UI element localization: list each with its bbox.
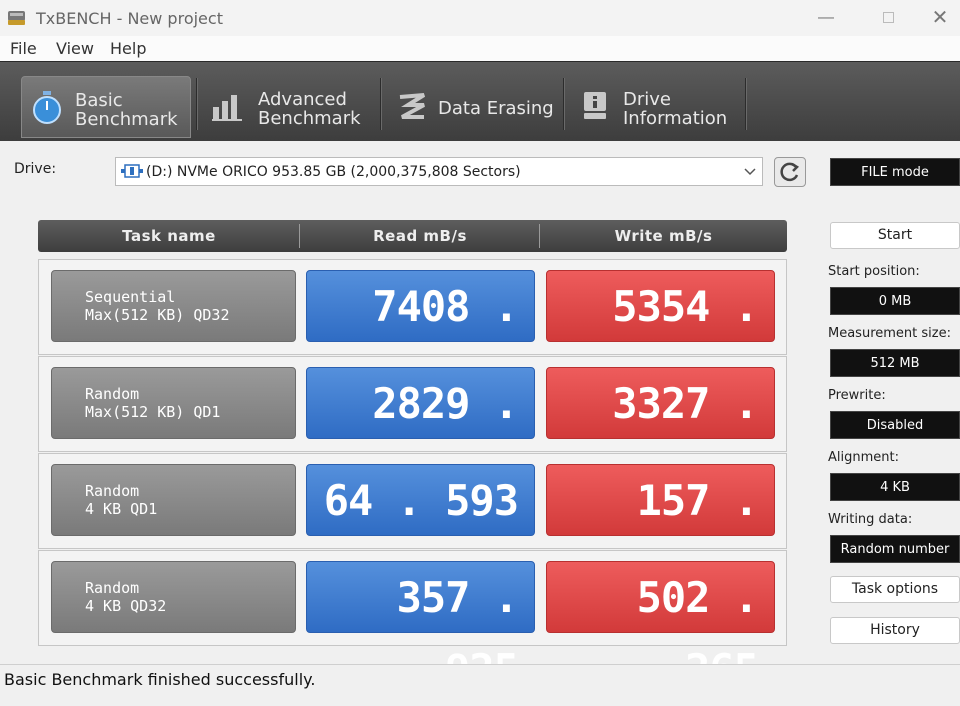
maximize-icon [882, 12, 894, 24]
close-icon: ✕ [931, 7, 949, 29]
drive-selected-value: (D:) NVMe ORICO 953.85 GB (2,000,375,808… [146, 164, 521, 180]
start-position-field[interactable]: 0 MB [830, 287, 960, 315]
task-name-line2: 4 KB QD1 [85, 500, 158, 518]
task-options-button[interactable]: Task options [830, 576, 960, 603]
chevron-down-icon [744, 168, 756, 176]
mode-indicator[interactable]: FILE mode [830, 158, 960, 186]
drive-info-icon [584, 92, 606, 119]
column-header-write: Write mB/s [614, 227, 713, 245]
drive-dropdown[interactable]: (D:) NVMe ORICO 953.85 GB (2,000,375,808… [115, 157, 763, 186]
task-name-line2: Max(512 KB) QD32 [85, 306, 230, 324]
writing-data-field[interactable]: Random number [830, 535, 960, 563]
title-bar: TxBENCH - New project — ✕ [0, 0, 960, 36]
refresh-button[interactable] [774, 157, 806, 187]
drive-icon [121, 164, 143, 178]
stopwatch-icon [33, 91, 61, 124]
write-speed-value: 157 . 644 [546, 464, 775, 597]
eraser-icon [399, 93, 426, 119]
table-row: Random 4 KB QD32 357 . 925 502 . 265 [38, 550, 787, 694]
column-header-read: Read mB/s [373, 227, 467, 245]
task-name-line1: Random [85, 579, 140, 597]
refresh-icon [780, 162, 800, 182]
toolbar-separator [380, 78, 382, 130]
results-table-header: Task name Read mB/s Write mB/s [38, 220, 787, 252]
task-name-line2: 4 KB QD32 [85, 597, 167, 615]
history-button[interactable]: History [830, 617, 960, 644]
task-name-line1: Random [85, 482, 140, 500]
task-random-4kb-qd32[interactable]: Random 4 KB QD32 [51, 561, 296, 633]
write-speed-value: 5354 . 173 [546, 270, 775, 403]
read-speed-value: 64 . 593 [306, 464, 535, 536]
alignment-label: Alignment: [828, 450, 899, 465]
menu-bar: File View Help [0, 36, 960, 61]
task-name-line1: Random [85, 385, 140, 403]
drive-label: Drive: [14, 161, 57, 177]
write-speed-value: 502 . 265 [546, 561, 775, 694]
task-name-line1: Sequential [85, 288, 176, 306]
status-message: Basic Benchmark finished successfully. [4, 670, 316, 689]
tab-data-erasing-label: Data Erasing [438, 98, 554, 119]
tab-basic-benchmark-label: Basic Benchmark [75, 90, 178, 130]
menu-view[interactable]: View [56, 39, 94, 58]
table-row: Sequential Max(512 KB) QD32 7408 . 498 5… [38, 259, 787, 403]
tab-drive-information[interactable]: Drive Information [572, 76, 744, 138]
menu-file[interactable]: File [10, 39, 37, 58]
bar-chart-icon [212, 95, 242, 121]
task-sequential-max-qd32[interactable]: Sequential Max(512 KB) QD32 [51, 270, 296, 342]
read-speed-value: 7408 . 498 [306, 270, 535, 403]
status-bar: Basic Benchmark finished successfully. [0, 664, 960, 691]
tab-data-erasing[interactable]: Data Erasing [390, 76, 562, 138]
menu-help[interactable]: Help [110, 39, 146, 58]
task-random-4kb-qd1[interactable]: Random 4 KB QD1 [51, 464, 296, 536]
tab-drive-information-label: Drive Information [623, 89, 728, 129]
measurement-size-label: Measurement size: [828, 326, 951, 341]
measurement-size-field[interactable]: 512 MB [830, 349, 960, 377]
tab-advanced-benchmark[interactable]: Advanced Benchmark [204, 76, 379, 138]
window-title: TxBENCH - New project [36, 9, 223, 28]
start-position-label: Start position: [828, 264, 920, 279]
tab-basic-benchmark[interactable]: Basic Benchmark [21, 76, 191, 138]
prewrite-field[interactable]: Disabled [830, 411, 960, 439]
minimize-icon: — [818, 9, 834, 26]
writing-data-label: Writing data: [828, 512, 913, 527]
maximize-button[interactable] [858, 0, 918, 36]
column-header-task-name: Task name [122, 227, 216, 245]
main-toolbar: Basic Benchmark Advanced Benchmark Data Er… [0, 61, 960, 141]
close-button[interactable]: ✕ [920, 0, 960, 36]
read-speed-value: 357 . 925 [306, 561, 535, 694]
toolbar-separator [745, 78, 747, 130]
toolbar-separator [563, 78, 565, 130]
write-speed-value: 3327 . 515 [546, 367, 775, 500]
table-row: Random 4 KB QD1 64 . 593 157 . 644 [38, 453, 787, 597]
tab-advanced-benchmark-label: Advanced Benchmark [258, 89, 361, 129]
task-name-line2: Max(512 KB) QD1 [85, 403, 221, 421]
task-random-max-qd1[interactable]: Random Max(512 KB) QD1 [51, 367, 296, 439]
toolbar-separator [196, 78, 198, 130]
alignment-field[interactable]: 4 KB [830, 473, 960, 501]
prewrite-label: Prewrite: [828, 388, 886, 403]
minimize-button[interactable]: — [796, 0, 856, 36]
start-button[interactable]: Start [830, 222, 960, 249]
read-speed-value: 2829 . 611 [306, 367, 535, 500]
table-row: Random Max(512 KB) QD1 2829 . 611 3327 .… [38, 356, 787, 500]
hard-drive-icon [8, 11, 25, 25]
